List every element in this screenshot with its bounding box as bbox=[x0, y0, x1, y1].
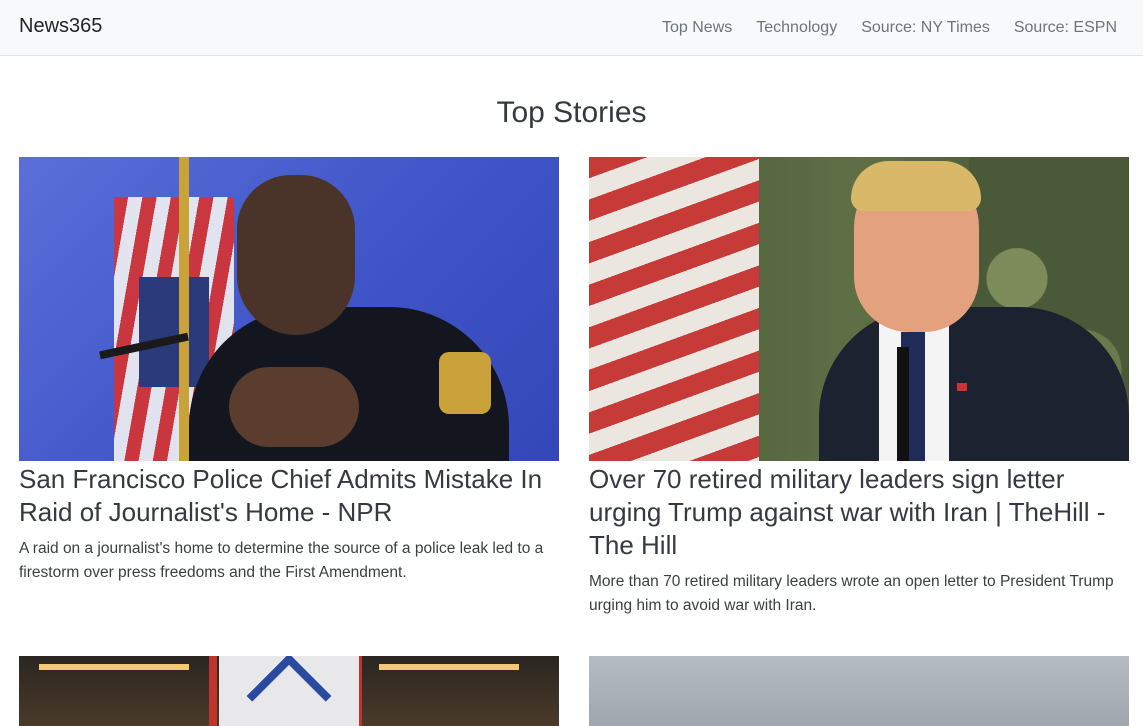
article-card bbox=[589, 656, 1129, 726]
page-title: Top Stories bbox=[496, 96, 647, 129]
nav-link-nytimes[interactable]: Source: NY Times bbox=[861, 19, 990, 37]
nav-link-espn[interactable]: Source: ESPN bbox=[1014, 19, 1117, 37]
article-image[interactable] bbox=[589, 157, 1129, 461]
article-card bbox=[19, 656, 559, 726]
navbar: News365 Top News Technology Source: NY T… bbox=[0, 0, 1143, 56]
article-card: Over 70 retired military leaders sign le… bbox=[589, 157, 1129, 618]
nav-link-technology[interactable]: Technology bbox=[756, 19, 837, 37]
nav-links: Top News Technology Source: NY Times Sou… bbox=[638, 0, 1117, 56]
article-description: A raid on a journalist's home to determi… bbox=[19, 540, 544, 581]
article-image[interactable] bbox=[19, 656, 559, 726]
nav-link-top-news[interactable]: Top News bbox=[662, 19, 732, 37]
article-title[interactable]: Over 70 retired military leaders sign le… bbox=[589, 463, 1129, 562]
article-description: More than 70 retired military leaders wr… bbox=[589, 573, 1114, 614]
article-card: San Francisco Police Chief Admits Mistak… bbox=[19, 157, 559, 585]
brand-link[interactable]: News365 bbox=[19, 15, 102, 38]
article-image[interactable] bbox=[19, 157, 559, 461]
article-image[interactable] bbox=[589, 656, 1129, 726]
article-title[interactable]: San Francisco Police Chief Admits Mistak… bbox=[19, 463, 559, 529]
